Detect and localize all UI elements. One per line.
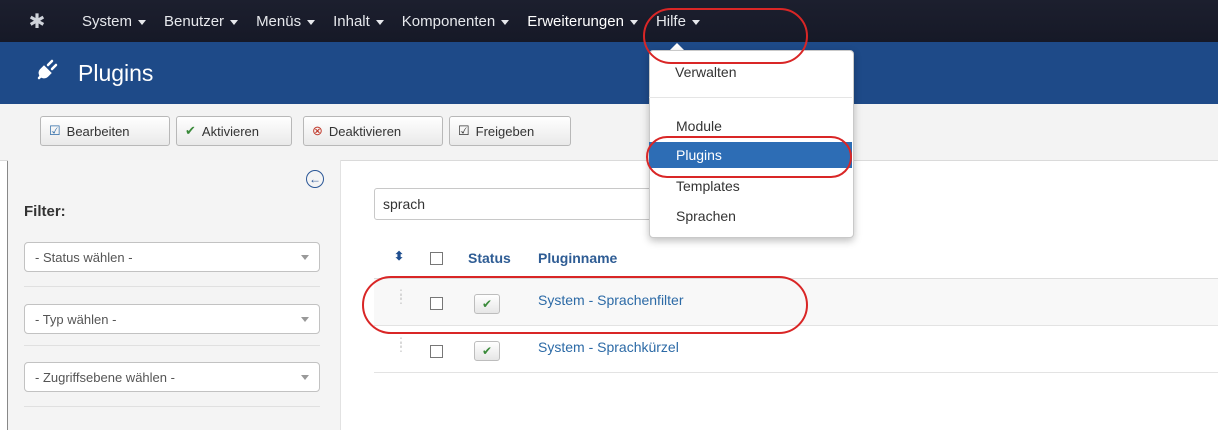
enable-button-label: Aktivieren xyxy=(201,123,259,139)
plug-icon xyxy=(36,59,66,87)
checkin-button[interactable]: ☑ Freigeben xyxy=(449,116,571,146)
column-status[interactable]: Status xyxy=(468,250,511,266)
menu-item-manage[interactable]: Verwalten xyxy=(649,59,852,85)
nav-menus-label: Menüs xyxy=(256,12,302,30)
menu-divider xyxy=(649,97,852,98)
nav-extensions-label: Erweiterungen xyxy=(527,12,624,30)
menu-item-plugins[interactable]: Plugins xyxy=(649,142,852,168)
page-title: Plugins xyxy=(78,59,154,86)
nav-extensions[interactable]: Erweiterungen xyxy=(527,13,638,30)
search-input[interactable] xyxy=(374,188,674,220)
drag-handle-icon[interactable]: ⋮ ⋮ xyxy=(395,288,407,305)
checkbox-icon: ☑ xyxy=(458,123,470,138)
status-select-value: - Status wählen - xyxy=(35,249,133,265)
nav-system-label: System xyxy=(82,12,133,30)
menu-item-modules[interactable]: Module xyxy=(649,113,852,139)
chevron-down-icon xyxy=(301,316,309,322)
access-select[interactable]: - Zugriffsebene wählen - xyxy=(24,362,320,392)
nav-content[interactable]: Inhalt xyxy=(333,13,384,30)
chevron-down-icon xyxy=(691,19,700,25)
dropdown-arrow xyxy=(670,43,684,50)
nav-help-label: Hilfe xyxy=(655,12,686,30)
chevron-down-icon xyxy=(307,19,316,25)
nav-menus[interactable]: Menüs xyxy=(256,12,316,30)
edit-button[interactable]: ☑ Bearbeiten xyxy=(40,116,170,146)
chevron-down-icon xyxy=(138,19,147,25)
menu-item-languages[interactable]: Sprachen xyxy=(649,203,852,229)
chevron-down-icon xyxy=(375,19,384,25)
chevron-down-icon xyxy=(501,19,510,25)
page-header: Plugins xyxy=(0,42,1218,104)
status-enabled-button[interactable]: ✔ xyxy=(474,294,500,314)
type-select[interactable]: - Typ wählen - xyxy=(24,304,320,334)
row-checkbox[interactable] xyxy=(430,297,443,310)
table-row xyxy=(374,326,1218,373)
plugin-name-link[interactable]: System - Sprachkürzel xyxy=(538,339,679,355)
nav-users[interactable]: Benutzer xyxy=(164,12,239,30)
enable-button[interactable]: ✔ Aktivieren xyxy=(176,116,292,146)
disable-icon: ⊗ xyxy=(312,123,323,138)
edit-button-label: Bearbeiten xyxy=(66,123,130,139)
sort-icon[interactable]: ⬍ xyxy=(394,249,404,263)
divider xyxy=(24,406,320,407)
nav-system[interactable]: System xyxy=(82,12,147,30)
table-row xyxy=(374,279,1218,326)
chevron-down-icon xyxy=(230,19,239,25)
filter-label: Filter: xyxy=(24,203,66,220)
type-select-value: - Typ wählen - xyxy=(35,311,117,327)
edit-icon: ☑ xyxy=(49,123,61,138)
access-select-value: - Zugriffsebene wählen - xyxy=(35,369,175,385)
nav-components-label: Komponenten xyxy=(401,12,496,30)
collapse-sidebar-icon[interactable]: ← xyxy=(306,170,324,188)
checkin-button-label: Freigeben xyxy=(475,123,535,139)
status-select[interactable]: - Status wählen - xyxy=(24,242,320,272)
select-all-checkbox[interactable] xyxy=(430,252,443,265)
joomla-logo-icon[interactable]: ✱ xyxy=(16,0,58,42)
chevron-down-icon xyxy=(629,19,638,25)
drag-handle-icon[interactable]: ⋮ ⋮ xyxy=(395,336,407,353)
chevron-down-icon xyxy=(301,374,309,380)
menu-item-templates[interactable]: Templates xyxy=(649,173,852,199)
nav-content-label: Inhalt xyxy=(333,12,370,30)
divider xyxy=(24,286,320,287)
status-enabled-button[interactable]: ✔ xyxy=(474,341,500,361)
nav-components[interactable]: Komponenten xyxy=(401,12,510,30)
disable-button[interactable]: ⊗ Deaktivieren xyxy=(303,116,443,146)
column-plugin-name[interactable]: Pluginname xyxy=(538,250,617,266)
nav-help[interactable]: Hilfe xyxy=(656,13,700,30)
plugin-name-link[interactable]: System - Sprachenfilter xyxy=(538,292,684,308)
checkmark-icon: ✔ xyxy=(185,123,196,138)
top-navbar: ✱ System Benutzer Menüs Inhalt Komponent… xyxy=(0,0,1218,42)
row-checkbox[interactable] xyxy=(430,345,443,358)
disable-button-label: Deaktivieren xyxy=(328,123,402,139)
divider xyxy=(24,345,320,346)
nav-users-label: Benutzer xyxy=(164,12,225,30)
chevron-down-icon xyxy=(301,254,309,260)
